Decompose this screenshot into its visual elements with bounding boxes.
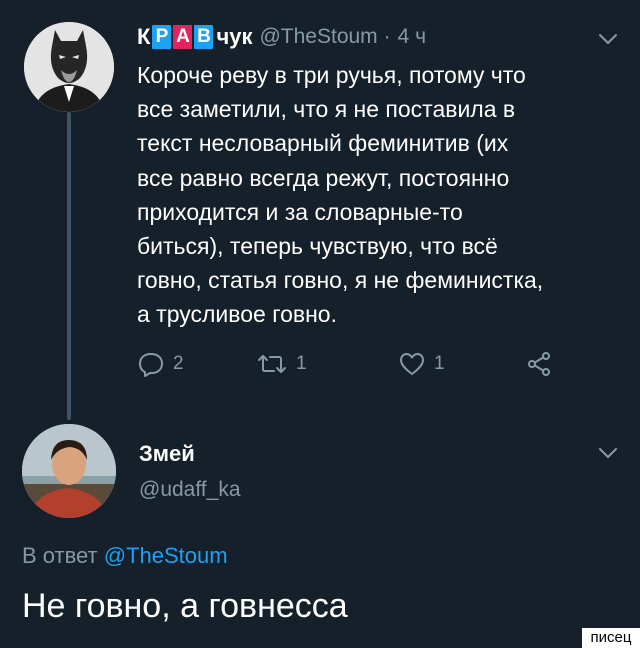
heart-icon	[400, 353, 424, 375]
tweet-actions: 2 1 1	[137, 350, 577, 380]
retweet-icon	[258, 355, 286, 373]
avatar[interactable]	[22, 424, 116, 518]
avatar[interactable]	[24, 22, 114, 112]
reply-button[interactable]: 2	[137, 350, 184, 378]
display-name[interactable]: К Р А В чук	[137, 24, 252, 50]
like-count: 1	[434, 353, 445, 374]
watermark: писец	[582, 628, 640, 648]
user-handle[interactable]: @udaff_ka	[139, 478, 241, 502]
display-name-prefix: К	[137, 24, 151, 49]
tweet-text: Короче реву в три ручья, потому что все …	[137, 62, 544, 328]
letter-tile: В	[194, 25, 214, 49]
display-name[interactable]: Змей	[139, 441, 195, 467]
reply-context: В ответ @TheStoum	[22, 543, 228, 569]
chevron-down-icon[interactable]	[597, 446, 619, 460]
reply-icon	[139, 353, 163, 377]
share-button[interactable]	[525, 350, 553, 378]
retweet-count: 1	[296, 353, 307, 374]
tweet-timestamp[interactable]: 4 ч	[398, 25, 426, 49]
share-icon	[528, 352, 550, 376]
avatar-image	[22, 424, 116, 518]
like-button[interactable]: 1	[398, 350, 445, 378]
retweet-button[interactable]: 1	[256, 350, 307, 378]
avatar-image	[24, 22, 114, 112]
letter-tile: А	[173, 25, 193, 49]
chevron-down-icon[interactable]	[597, 32, 619, 46]
user-handle[interactable]: @TheStoum	[259, 25, 377, 49]
reply-count: 2	[173, 353, 184, 374]
reply-to-label: В ответ	[22, 543, 98, 568]
display-name-suffix: чук	[216, 24, 253, 49]
thread-connector-line	[67, 112, 71, 420]
separator-dot: ·	[383, 25, 391, 48]
reply-to-handle-link[interactable]: @TheStoum	[104, 543, 228, 568]
letter-tile: Р	[152, 25, 172, 49]
tweet-header: К Р А В чук @TheStoum · 4 ч	[137, 20, 426, 54]
reply-text: Не говно, а говнесса	[22, 587, 348, 625]
